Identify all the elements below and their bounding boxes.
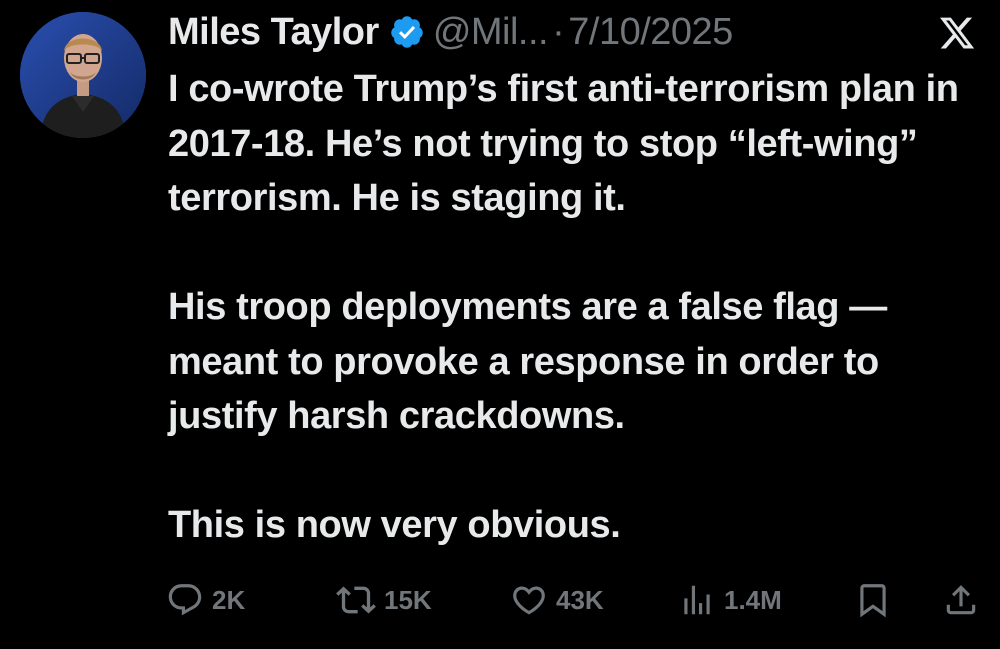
tweet-paragraph: This is now very obvious. — [168, 504, 621, 546]
repost-count: 15K — [384, 584, 432, 615]
bookmark-icon — [860, 584, 886, 618]
tweet-paragraph: I co-wrote Trump’s first anti-terrorism … — [168, 68, 959, 219]
tweet-text: I co-wrote Trump’s first anti-terrorism … — [168, 62, 988, 553]
avatar-photo-icon — [20, 12, 146, 138]
reply-icon — [168, 584, 202, 616]
reply-button[interactable]: 2K — [166, 578, 245, 622]
bookmark-button[interactable] — [854, 578, 892, 622]
reply-count: 2K — [212, 584, 246, 615]
like-count: 43K — [556, 584, 604, 615]
author-handle[interactable]: @Mil... — [433, 11, 549, 54]
share-button[interactable] — [942, 578, 980, 622]
tweet-header: Miles Taylor @Mil... · 7/10/2025 — [168, 6, 733, 58]
verified-badge-icon — [389, 14, 425, 50]
like-button[interactable]: 43K — [510, 578, 604, 622]
repost-button[interactable]: 15K — [336, 578, 432, 622]
x-logo-icon — [938, 14, 976, 52]
author-avatar[interactable] — [20, 12, 146, 138]
tweet: Miles Taylor @Mil... · 7/10/2025 I co-wr… — [0, 0, 1000, 649]
repost-icon — [336, 586, 376, 614]
views-button[interactable]: 1.4M — [678, 578, 782, 622]
share-icon — [946, 585, 976, 615]
heart-icon — [513, 586, 545, 615]
author-display-name[interactable]: Miles Taylor — [168, 11, 379, 54]
header-separator: · — [552, 10, 565, 53]
views-count: 1.4M — [724, 584, 782, 615]
tweet-paragraph: His troop deployments are a false flag —… — [168, 286, 887, 437]
views-chart-icon — [684, 585, 710, 615]
tweet-actions: 2K 15K 43K 1.4M — [166, 578, 978, 622]
tweet-date[interactable]: 7/10/2025 — [568, 11, 733, 54]
